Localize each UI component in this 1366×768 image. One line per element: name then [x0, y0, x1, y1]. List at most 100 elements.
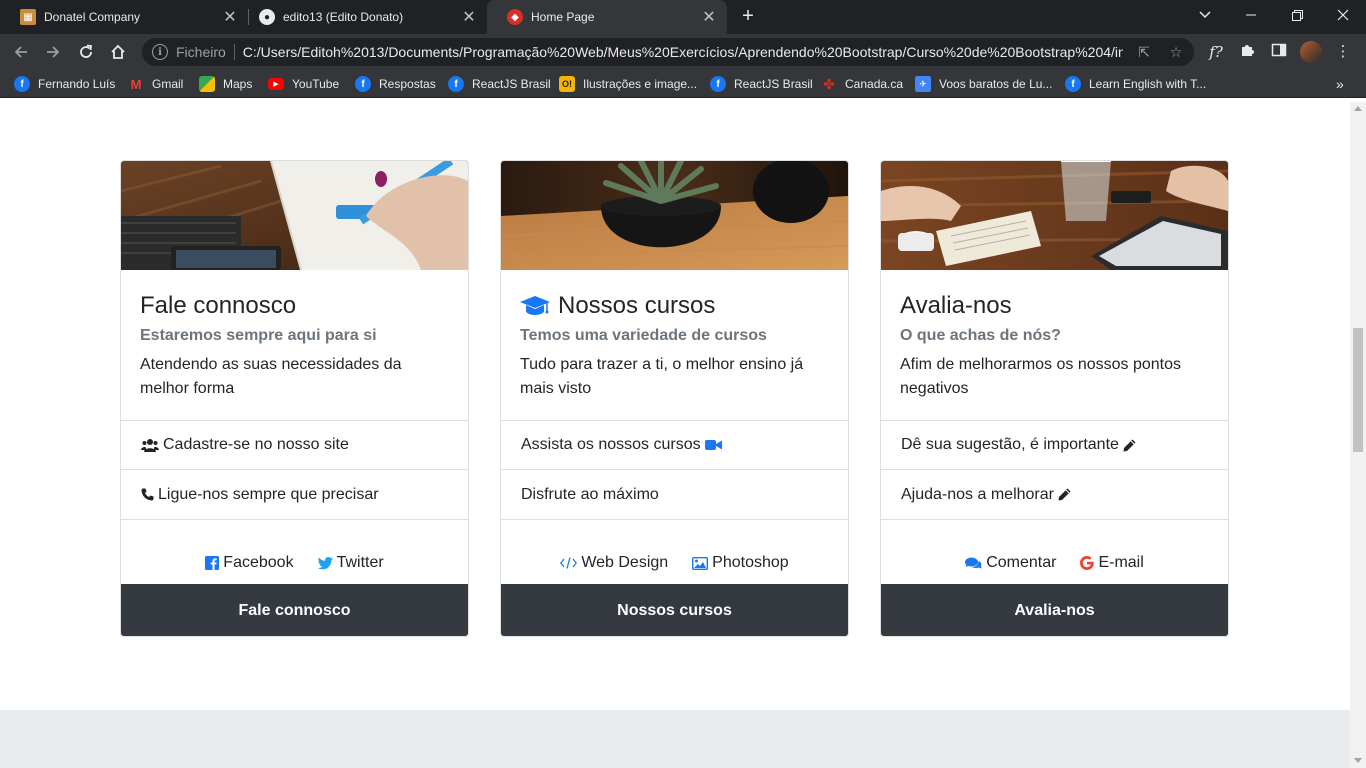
card-text: Tudo para trazer a ti, o melhor ensino j…	[520, 356, 804, 397]
card-subtitle: Estaremos sempre aqui para si	[140, 327, 377, 344]
tab-title: Home Page	[531, 10, 595, 24]
card-list-group: Assista os nossos cursos Disfrute ao máx…	[501, 420, 848, 520]
scroll-down-arrow-icon[interactable]	[1354, 758, 1362, 763]
list-item: Ligue-nos sempre que precisar	[121, 470, 468, 520]
list-item-label: Cadastre-se no nosso site	[163, 436, 349, 453]
home-page-favicon-icon: ◆	[507, 9, 523, 25]
pencil-icon	[1123, 439, 1136, 452]
list-item-label: Ligue-nos sempre que precisar	[158, 485, 379, 503]
card-title-row: Nossos cursos	[520, 291, 832, 321]
function-extension-icon[interactable]: f?	[1206, 42, 1226, 62]
bookmark-item[interactable]: f ReactJS Brasil	[448, 76, 551, 92]
address-bar[interactable]: i Ficheiro C:/Users/Editoh%2013/Document…	[142, 38, 1194, 66]
bookmark-star-icon[interactable]: ☆	[1168, 44, 1184, 60]
minimize-button[interactable]	[1228, 0, 1274, 30]
facebook-icon: f	[448, 76, 464, 92]
bookmark-item[interactable]: O! Ilustrações e image...	[559, 76, 697, 92]
card-avalia-nos: Avalia-nos O que achas de nós? Afim de m…	[880, 160, 1229, 637]
list-item-label: Dê sua sugestão, é importante	[901, 436, 1119, 453]
tab-home-page[interactable]: ◆ Home Page ✕	[487, 0, 727, 34]
card-text: Afim de melhorarmos os nossos pontos neg…	[900, 356, 1182, 397]
bookmark-label: YouTube	[292, 77, 340, 91]
twitter-icon	[317, 556, 333, 570]
card-body: Avalia-nos O que achas de nós? Afim de m…	[900, 291, 1212, 401]
menu-kebab-icon[interactable]: ⋮	[1333, 42, 1353, 62]
youtube-icon: ▶	[268, 78, 284, 90]
google-icon	[1080, 556, 1095, 570]
profile-avatar[interactable]	[1300, 41, 1322, 63]
bookmark-item[interactable]: ✈ Voos baratos de Lu...	[915, 76, 1052, 92]
email-link[interactable]: E-mail	[1080, 554, 1144, 572]
close-tab-icon[interactable]: ✕	[459, 7, 479, 27]
facebook-icon: f	[1065, 76, 1081, 92]
restore-button[interactable]	[1274, 0, 1320, 30]
list-item: Ajuda-nos a melhorar	[881, 470, 1228, 520]
calendar-favicon-icon: ▦	[20, 9, 36, 25]
bookmark-item[interactable]: ✤ Canada.ca	[821, 76, 903, 92]
facebook-icon: f	[355, 76, 371, 92]
image-icon	[692, 556, 709, 570]
back-button[interactable]	[8, 39, 34, 65]
twitter-link[interactable]: Twitter	[317, 554, 384, 572]
card-footer: Nossos cursos	[501, 584, 848, 636]
address-divider	[233, 44, 235, 60]
reload-button[interactable]	[73, 39, 99, 65]
bookmark-label: Gmail	[152, 77, 184, 91]
phone-icon	[141, 488, 154, 501]
forward-button[interactable]	[40, 39, 66, 65]
link-label: Facebook	[223, 554, 294, 571]
maple-leaf-icon: ✤	[823, 75, 835, 92]
scroll-up-arrow-icon[interactable]	[1354, 106, 1362, 111]
tab-strip: ▦ Donatel Company ✕ ● edito13 (Edito Don…	[0, 0, 1366, 34]
card-title: Fale connosco	[140, 292, 297, 319]
bookmark-item[interactable]: M Gmail	[128, 76, 184, 92]
card-links: Web Design Photoshop	[501, 541, 848, 585]
tab-donatel-company[interactable]: ▦ Donatel Company ✕	[0, 0, 248, 34]
home-button[interactable]	[105, 39, 131, 65]
card-text: Atendendo as suas necessidades da melhor…	[140, 356, 402, 397]
bookmark-label: Ilustrações e image...	[583, 77, 698, 91]
close-tab-icon[interactable]: ✕	[699, 7, 719, 27]
card-title: Avalia-nos	[900, 292, 1012, 319]
gmail-icon: M	[130, 76, 142, 92]
card-subtitle: Temos uma variedade de cursos	[520, 327, 767, 344]
close-tab-icon[interactable]: ✕	[220, 7, 240, 27]
bookmark-label: ReactJS Brasil	[472, 77, 551, 91]
video-camera-icon	[704, 439, 722, 451]
url-text[interactable]: C:/Users/Editoh%2013/Documents/Programaç…	[243, 44, 1123, 60]
card-list-group: Dê sua sugestão, é importante Ajuda-nos …	[881, 420, 1228, 520]
bookmark-item[interactable]: ▶ YouTube	[268, 76, 339, 92]
card-title: Nossos cursos	[558, 292, 716, 319]
photoshop-link[interactable]: Photoshop	[692, 554, 789, 572]
info-icon[interactable]: i	[152, 44, 168, 60]
bookmark-item[interactable]: f ReactJS Brasil	[710, 76, 813, 92]
link-label: E-mail	[1098, 554, 1144, 571]
web-design-link[interactable]: Web Design	[560, 554, 668, 572]
share-icon[interactable]: ⇱	[1136, 44, 1152, 60]
comments-icon	[965, 557, 983, 570]
bookmark-item[interactable]: Maps	[199, 76, 252, 92]
scheme-label: Ficheiro	[176, 44, 226, 60]
tab-github[interactable]: ● edito13 (Edito Donato) ✕	[239, 0, 487, 34]
link-label: Web Design	[581, 554, 669, 571]
more-bookmarks-chevron-icon[interactable]: »	[1336, 76, 1344, 92]
bookmark-item[interactable]: f Fernando Luís	[14, 76, 115, 92]
facebook-link[interactable]: Facebook	[205, 554, 294, 572]
bookmark-label: Canada.ca	[845, 77, 904, 91]
list-item: Dê sua sugestão, é importante	[881, 421, 1228, 470]
new-tab-button[interactable]: +	[736, 5, 760, 29]
bookmark-item[interactable]: f Respostas	[355, 76, 436, 92]
users-icon	[141, 438, 159, 452]
card-links: Comentar E-mail	[881, 541, 1228, 585]
close-window-button[interactable]	[1320, 0, 1366, 30]
scrollbar-thumb[interactable]	[1353, 328, 1363, 452]
card-footer: Fale connosco	[121, 584, 468, 636]
extensions-puzzle-icon[interactable]	[1237, 42, 1257, 62]
card-body: Fale connosco Estaremos sempre aqui para…	[140, 291, 452, 401]
side-panel-icon[interactable]	[1269, 42, 1289, 62]
bookmark-item[interactable]: f Learn English with T...	[1065, 76, 1206, 92]
illustration-icon: O!	[559, 76, 575, 92]
page-scrollbar[interactable]	[1350, 102, 1366, 768]
tab-search-chevron-icon[interactable]	[1182, 0, 1228, 30]
comment-link[interactable]: Comentar	[965, 554, 1056, 572]
